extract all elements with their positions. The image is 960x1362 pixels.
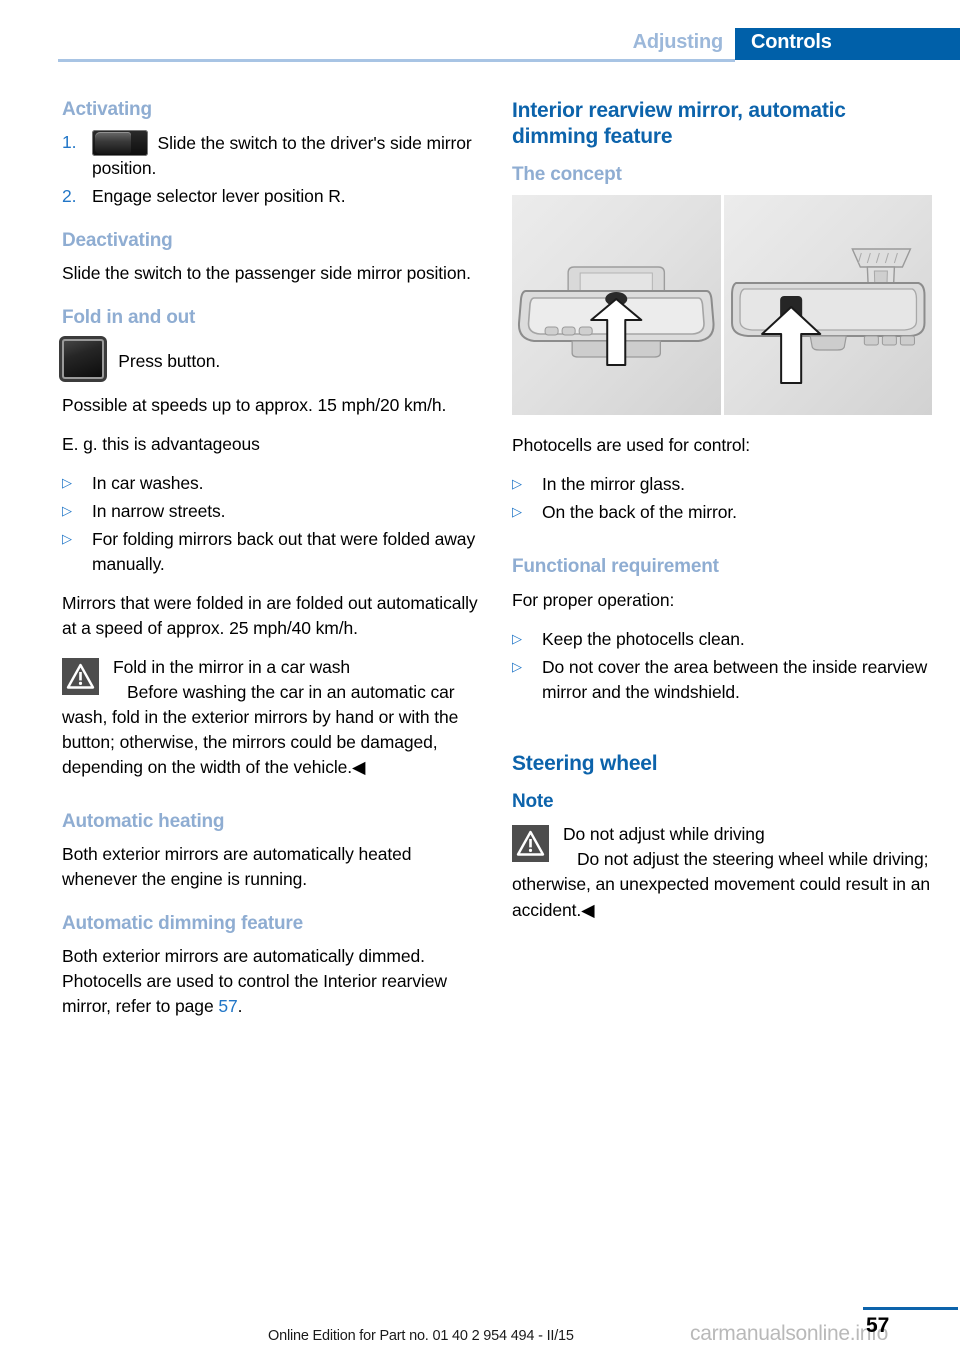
list-item-text: In car washes. xyxy=(92,472,204,493)
step-number: 2. xyxy=(62,186,77,207)
header-chapter-label: Adjusting xyxy=(632,31,724,53)
triangle-bullet-icon: ▷ xyxy=(62,530,72,546)
list-item-text: Keep the photocells clean. xyxy=(542,628,745,649)
heading-automatic-heating: Automatic heating xyxy=(62,810,225,832)
warning-body: Do not adjust the steering wheel while d… xyxy=(512,847,932,922)
press-button-row: Press button. xyxy=(62,338,482,379)
triangle-bullet-icon: ▷ xyxy=(62,502,72,518)
activating-steps-list: 1. Slide the switch to the driver's side… xyxy=(62,130,482,209)
automatic-dimming-text-before: Both exterior mirrors are automatically … xyxy=(62,946,447,1017)
page-footer: Online Edition for Part no. 01 40 2 954 … xyxy=(0,1282,960,1362)
triangle-bullet-icon: ▷ xyxy=(512,476,522,492)
deactivating-text: Slide the switch to the passenger side m… xyxy=(62,263,471,284)
right-column: Interior rearview mirror, automatic dimm… xyxy=(512,98,932,937)
heading-fold-in-and-out: Fold in and out xyxy=(62,307,196,329)
heading-interior-rearview-mirror: Interior rearview mirror, automatic dimm… xyxy=(512,99,846,148)
warning-title: Do not adjust while driving xyxy=(563,824,765,845)
heading-deactivating: Deactivating xyxy=(62,230,173,252)
list-item-text: In the mirror glass. xyxy=(542,474,685,495)
auto-unfold-text: Mirrors that were folded in are folded o… xyxy=(62,592,478,638)
triangle-bullet-icon: ▷ xyxy=(512,504,522,520)
triangle-bullet-icon: ▷ xyxy=(512,630,522,646)
header-rule xyxy=(58,59,735,62)
footer-page-number: 57 xyxy=(866,1314,890,1337)
photocells-intro-text: Photocells are used for control: xyxy=(512,435,751,456)
heading-note: Note xyxy=(512,791,554,813)
examples-intro-text: E. g. this is advantageous xyxy=(62,433,260,454)
list-item: ▷ Keep the photocells clean. xyxy=(512,627,932,652)
list-item: ▷ In car washes. xyxy=(62,471,482,496)
triangle-bullet-icon: ▷ xyxy=(512,658,522,674)
list-item-text: Do not cover the area between the inside… xyxy=(542,656,928,702)
list-item: ▷ Do not cover the area between the insi… xyxy=(512,655,932,705)
step-number: 1. xyxy=(62,132,77,153)
heading-activating: Activating xyxy=(62,99,152,120)
list-item-text: In narrow streets. xyxy=(92,500,226,521)
footer-page-rule xyxy=(863,1307,958,1310)
heading-functional-requirement: Functional requirement xyxy=(512,556,719,578)
warning-title: Fold in the mirror in a car wash xyxy=(113,656,351,677)
header-section-label: Controls xyxy=(751,31,832,53)
heading-steering-wheel: Steering wheel xyxy=(512,751,658,775)
page-header: Adjusting Controls xyxy=(0,0,960,62)
list-item-text: For folding mirrors back out that were f… xyxy=(92,528,476,574)
warning-triangle-icon xyxy=(62,657,99,695)
list-item: ▷ For folding mirrors back out that were… xyxy=(62,527,482,577)
step-body: Slide the switch to the driver's side mi… xyxy=(92,130,482,181)
step-text: Engage selector lever position R. xyxy=(92,186,346,207)
step-text: Slide the switch to the driver's side mi… xyxy=(92,133,472,179)
fold-examples-list: ▷ In car washes. ▷ In narrow streets. ▷ … xyxy=(62,471,482,577)
triangle-bullet-icon: ▷ xyxy=(62,474,72,490)
automatic-dimming-text: Both exterior mirrors are automatically … xyxy=(62,944,482,1019)
functional-requirement-list: ▷ Keep the photocells clean. ▷ Do not co… xyxy=(512,627,932,705)
list-item: ▷ In the mirror glass. xyxy=(512,472,932,497)
speed-note-text: Possible at speeds up to approx. 15 mph/… xyxy=(62,394,447,415)
footer-edition-text: Online Edition for Part no. 01 40 2 954 … xyxy=(268,1328,574,1344)
heading-the-concept: The concept xyxy=(512,164,622,186)
automatic-dimming-text-after: . xyxy=(237,996,243,1017)
list-item: 1. Slide the switch to the driver's side… xyxy=(62,130,482,181)
press-button-text: Press button. xyxy=(118,350,221,371)
rocker-switch-icon xyxy=(92,130,148,157)
warning-triangle-icon xyxy=(512,825,549,863)
press-button-icon xyxy=(62,338,104,379)
footer-watermark: carmanualsonline.info xyxy=(690,1322,888,1345)
warning-body-text: Do not adjust the steering wheel while d… xyxy=(512,849,930,920)
warning-endmark: ◀ xyxy=(581,899,595,920)
warning-body: Before washing the car in an automatic c… xyxy=(62,680,482,780)
interior-rearview-mirror-photocell-illustration xyxy=(512,195,932,416)
functional-requirement-intro: For proper operation: xyxy=(512,589,675,610)
automatic-heating-text: Both exterior mirrors are automatically … xyxy=(62,843,412,889)
warning-endmark: ◀ xyxy=(352,756,366,777)
list-item-text: On the back of the mirror. xyxy=(542,502,737,523)
figure-panel-mirror-back xyxy=(723,195,932,416)
list-item: 2. Engage selector lever position R. xyxy=(62,184,482,209)
list-item: ▷ On the back of the mirror. xyxy=(512,500,932,525)
left-column: Activating 1. Slide the switch to the dr… xyxy=(62,98,482,1033)
warning-body-text: Before washing the car in an automatic c… xyxy=(62,681,459,777)
figure-panel-mirror-front xyxy=(512,195,721,416)
page-cross-reference-link[interactable]: 57 xyxy=(218,996,237,1016)
warning-block-steering-wheel: Do not adjust while driving Do not adjus… xyxy=(512,822,932,922)
list-item: ▷ In narrow streets. xyxy=(62,499,482,524)
photocell-locations-list: ▷ In the mirror glass. ▷ On the back of … xyxy=(512,472,932,525)
warning-block-car-wash: Fold in the mirror in a car wash Before … xyxy=(62,655,482,780)
heading-automatic-dimming: Automatic dimming feature xyxy=(62,912,303,934)
